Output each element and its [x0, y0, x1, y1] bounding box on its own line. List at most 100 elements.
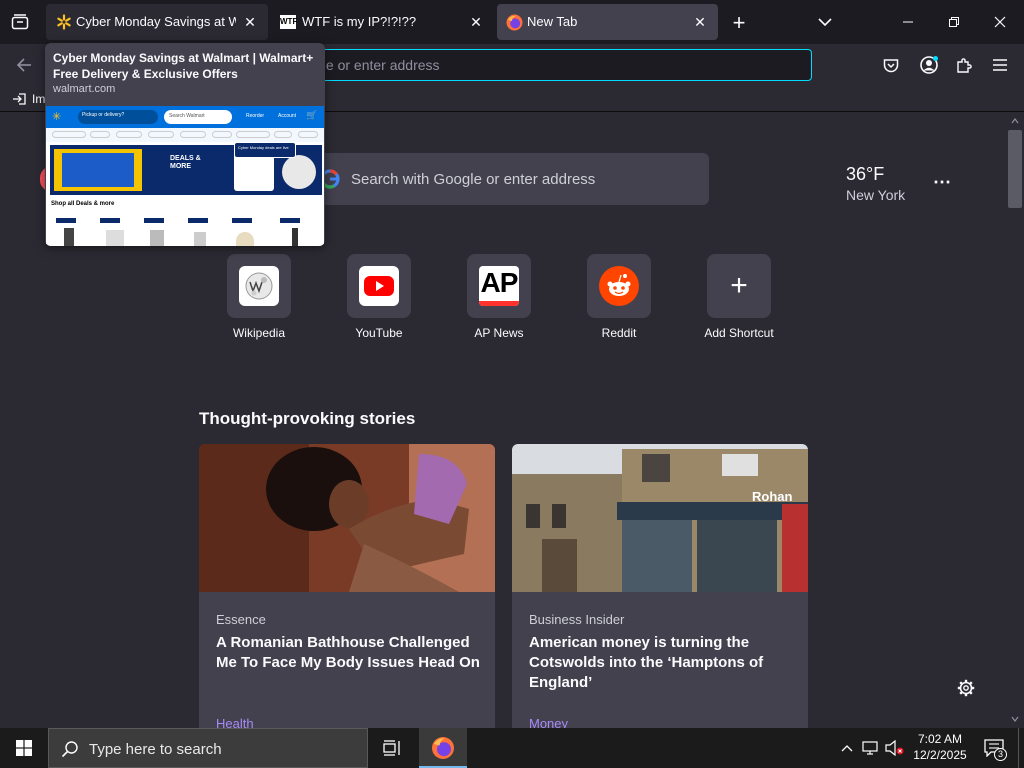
story-source: Business Insider [529, 612, 625, 627]
shortcut-ap-news[interactable]: AP [467, 254, 531, 318]
clock[interactable]: 7:02 AM 12/2/2025 [908, 731, 972, 765]
chevron-up-icon [841, 745, 853, 752]
taskbar-firefox-button[interactable] [419, 728, 467, 768]
show-desktop-button[interactable] [1018, 728, 1024, 768]
close-icon [994, 16, 1006, 28]
tab-title: Cyber Monday Savings at Walmart [76, 14, 236, 29]
more-options-icon: ⋯ [933, 172, 951, 192]
back-arrow-icon [16, 58, 31, 72]
tab-preview-popup: Cyber Monday Savings at Walmart | Walmar… [45, 43, 325, 246]
story-card[interactable]: Essence A Romanian Bathhouse Challenged … [199, 444, 495, 734]
ap-news-icon: AP [479, 266, 519, 306]
restore-button[interactable] [938, 8, 970, 36]
shortcut-label: Add Shortcut [704, 326, 774, 340]
tab-walmart[interactable]: Cyber Monday Savings at Walmart ✕ [46, 4, 268, 40]
shortcut-youtube[interactable] [347, 254, 411, 318]
pocket-button[interactable] [880, 54, 902, 76]
pickup-delivery-pill: Pickup or delivery? [78, 110, 158, 124]
walmart-spark-icon: ✳ [52, 111, 62, 123]
task-view-icon [383, 740, 400, 756]
shortcut-label: YouTube [355, 326, 403, 340]
youtube-icon [359, 266, 399, 306]
story-source: Essence [216, 612, 266, 627]
back-button[interactable] [12, 54, 36, 76]
clock-date: 12/2/2025 [913, 748, 967, 762]
newtab-search-box[interactable]: Search with Google or enter address [310, 153, 709, 205]
menu-button[interactable] [989, 54, 1011, 76]
firefox-icon [432, 737, 454, 759]
list-all-tabs-button[interactable] [814, 12, 836, 32]
account-button[interactable] [917, 53, 941, 77]
close-tab-icon[interactable]: ✕ [692, 14, 708, 30]
stories-heading: Thought-provoking stories [199, 409, 416, 428]
deals-text: DEALS & MORE [170, 155, 201, 170]
tab-title: WTF is my IP?!?!?? [302, 14, 417, 29]
close-window-button[interactable] [984, 8, 1016, 36]
close-tab-icon[interactable]: ✕ [242, 14, 258, 30]
scrollbar-thumb[interactable] [1008, 130, 1022, 208]
firefox-view-button[interactable] [8, 12, 32, 32]
url-bar-placeholder: gle or enter address [315, 57, 440, 73]
minimize-icon [903, 21, 913, 23]
wtf-site-icon: WTF [280, 15, 297, 29]
tab-wtf-ip[interactable]: WTF WTF is my IP?!?!?? ✕ [270, 4, 494, 40]
start-button[interactable] [0, 728, 48, 768]
show-hidden-icons-button[interactable] [838, 738, 856, 758]
action-center-button[interactable]: 3 [980, 736, 1008, 761]
shortcut-reddit[interactable] [587, 254, 651, 318]
firefox-icon [506, 14, 523, 31]
network-button[interactable] [860, 738, 882, 758]
shortcut-label: AP News [474, 326, 524, 340]
reorder-link: Reorder [246, 113, 265, 119]
story-image: Rohan [512, 444, 808, 592]
walmart-nav-row [46, 128, 324, 142]
chevron-down-icon [818, 18, 832, 27]
weather-widget[interactable]: 36°F New York [846, 164, 926, 208]
shortcut-label: Wikipedia [232, 326, 286, 340]
extensions-button[interactable] [953, 54, 975, 76]
tab-new-tab[interactable]: New Tab ✕ [497, 4, 718, 40]
hamburger-menu-icon [993, 59, 1007, 71]
weather-temperature: 36°F [846, 164, 885, 184]
account-icon [920, 56, 938, 74]
windows-logo-icon [16, 740, 32, 756]
notification-count-badge: 3 [994, 748, 1007, 761]
story-title: American money is turning the Cotswolds … [529, 634, 764, 691]
scroll-up-icon [1011, 118, 1019, 124]
story-image [199, 444, 495, 592]
story-card[interactable]: Rohan Business Insider American money is… [512, 444, 808, 734]
preview-thumbnail: ✳ Pickup or delivery? Search Walmart Reo… [46, 106, 324, 246]
preview-url: walmart.com [53, 83, 116, 95]
restore-icon [949, 17, 959, 27]
tab-title: New Tab [527, 14, 578, 29]
minimize-button[interactable] [892, 8, 924, 36]
close-tab-icon[interactable]: ✕ [468, 14, 484, 30]
import-bookmarks-label: Im [32, 92, 46, 106]
walmart-header: ✳ Pickup or delivery? Search Walmart Reo… [46, 106, 324, 128]
plus-icon: + [730, 269, 748, 302]
clock-time: 7:02 AM [917, 732, 963, 746]
customize-newtab-button[interactable] [955, 677, 977, 699]
pocket-icon [883, 58, 899, 72]
weather-options-button[interactable]: ⋯ [930, 172, 954, 192]
newtab-search-placeholder: Search with Google or enter address [351, 171, 596, 188]
tab-strip: Cyber Monday Savings at Walmart ✕ WTF WT… [0, 0, 1024, 44]
network-icon [862, 741, 878, 755]
reddit-icon [599, 266, 639, 306]
walmart-search-box: Search Walmart [164, 110, 232, 124]
gear-icon [957, 679, 975, 697]
taskbar-search-placeholder: Type here to search [89, 741, 222, 758]
walmart-spark-icon [56, 14, 72, 30]
preview-title: Cyber Monday Savings at Walmart | Walmar… [53, 51, 314, 81]
preview-tooltip: Cyber Monday deals are live [234, 142, 296, 158]
add-shortcut-button[interactable]: + [707, 254, 771, 318]
task-view-button[interactable] [372, 728, 412, 768]
puzzle-piece-icon [957, 58, 972, 73]
volume-button[interactable] [884, 738, 906, 758]
shortcut-label: Reddit [601, 326, 637, 340]
plus-icon: + [732, 10, 746, 35]
shortcut-wikipedia[interactable] [227, 254, 291, 318]
import-bookmarks-button[interactable]: Im [12, 91, 45, 107]
new-tab-button[interactable]: + [728, 12, 750, 34]
taskbar-search-box[interactable]: Type here to search [48, 728, 368, 768]
